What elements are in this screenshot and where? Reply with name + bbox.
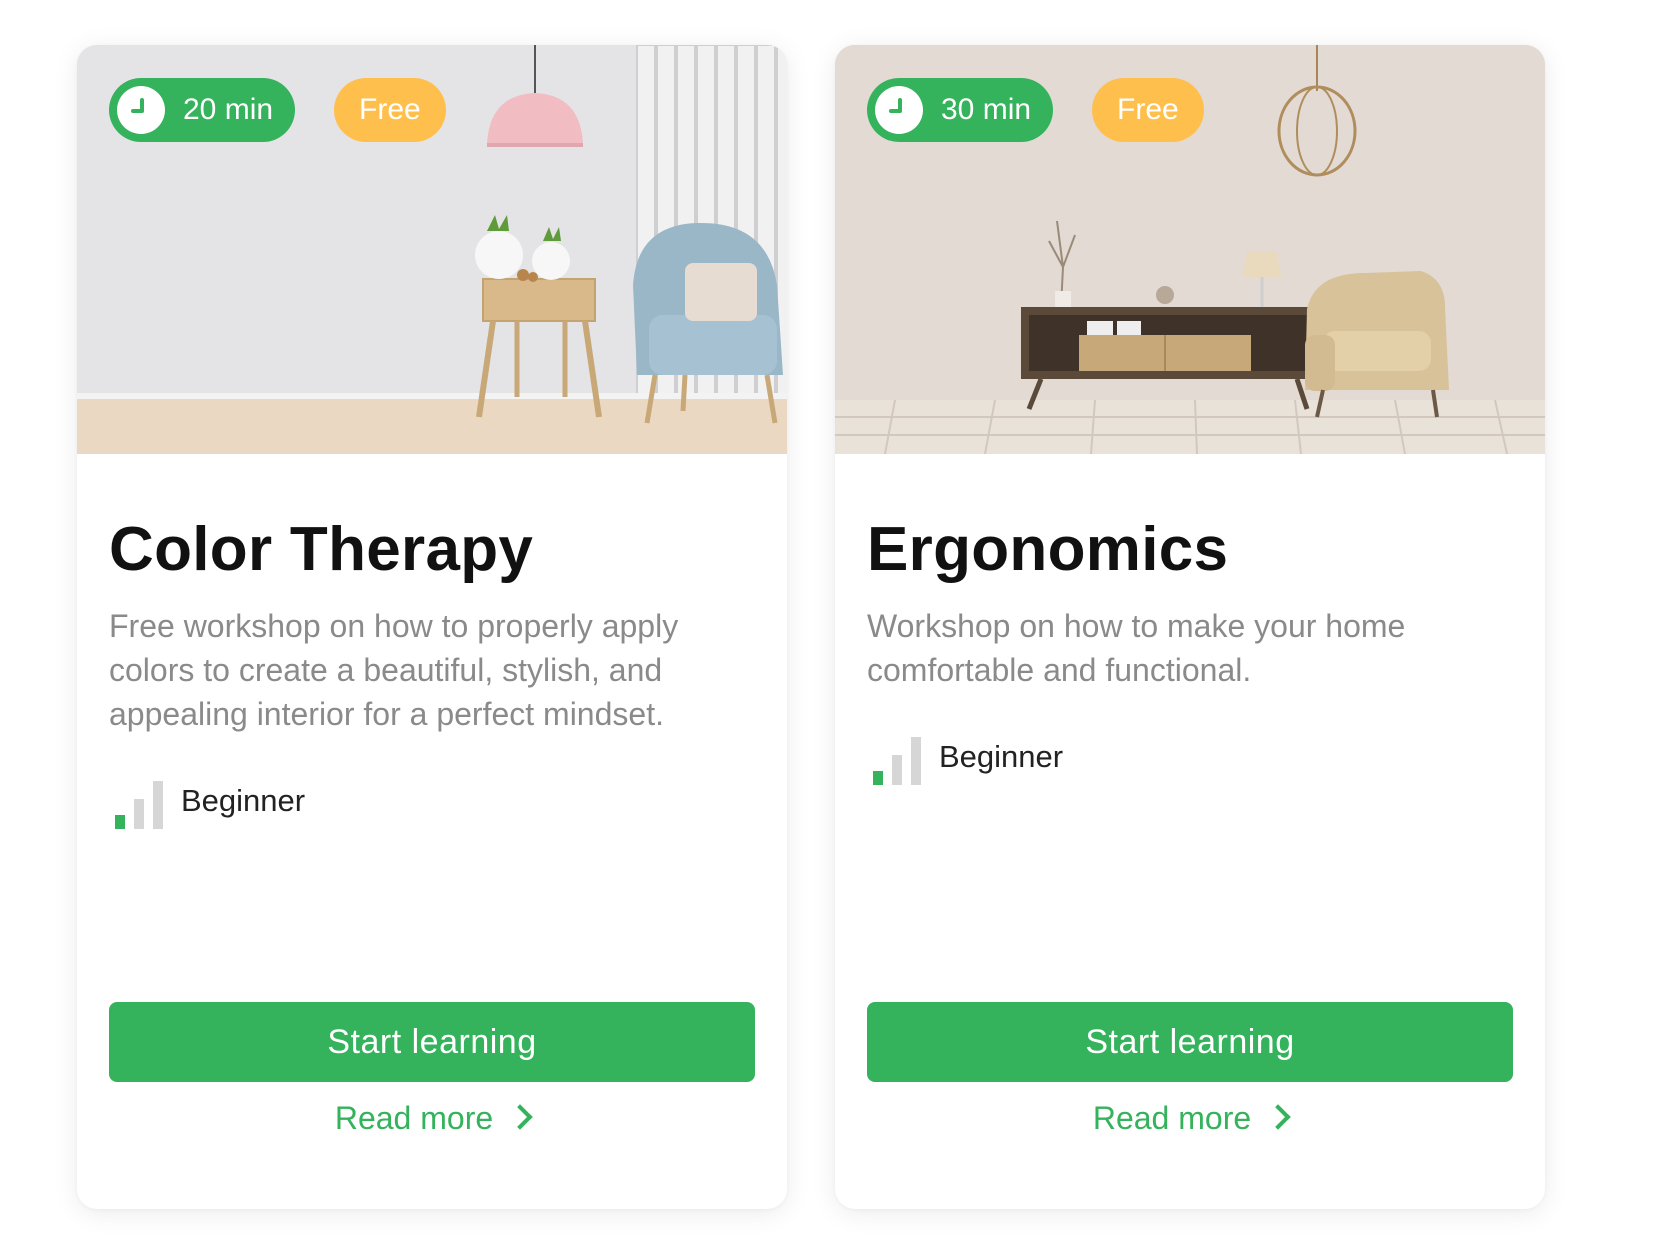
price-text: Free — [359, 93, 421, 126]
level-label: Beginner — [181, 783, 306, 818]
read-more-label: Read more — [1092, 1100, 1252, 1136]
signal-bars-icon — [115, 781, 163, 829]
course-card-color-therapy[interactable]: 20 min Free Color Therapy Free workshop … — [77, 45, 787, 1209]
level-bar-2 — [134, 799, 144, 829]
price-text: Free — [1117, 93, 1179, 126]
course-description: Workshop on how to make your home comfor… — [867, 608, 1406, 688]
price-badge: Free — [1092, 78, 1204, 142]
duration-text: 30 min — [941, 93, 1032, 126]
start-learning-button[interactable]: Start learning — [109, 1002, 755, 1082]
level-bar-1 — [873, 771, 883, 785]
signal-bars-icon — [873, 737, 921, 785]
clock-icon — [117, 86, 165, 134]
course-card-list: 20 min Free Color Therapy Free workshop … — [0, 0, 1660, 1256]
price-badge: Free — [334, 78, 446, 142]
course-image[interactable]: 30 min Free — [835, 45, 1545, 454]
chevron-right-icon — [1265, 1104, 1291, 1130]
course-title: Ergonomics — [867, 515, 1229, 584]
course-card-ergonomics[interactable]: 30 min Free Ergonomics Workshop on how t… — [835, 45, 1545, 1209]
level-bar-3 — [153, 781, 163, 829]
duration-badge: 20 min — [109, 78, 296, 142]
level-indicator: Beginner — [873, 737, 1063, 785]
read-more-link[interactable]: Read more — [77, 1100, 787, 1137]
course-description: Free workshop on how to properly apply c… — [109, 608, 679, 732]
level-label: Beginner — [939, 739, 1064, 774]
chevron-right-icon — [507, 1104, 533, 1130]
course-image[interactable]: 20 min Free — [77, 45, 787, 454]
duration-badge: 30 min — [867, 78, 1054, 142]
level-bar-1 — [115, 815, 125, 829]
course-title: Color Therapy — [109, 515, 534, 584]
duration-text: 20 min — [183, 93, 274, 126]
clock-icon — [875, 86, 923, 134]
level-bar-3 — [911, 737, 921, 785]
level-indicator: Beginner — [115, 781, 305, 829]
start-learning-button[interactable]: Start learning — [867, 1002, 1513, 1082]
read-more-link[interactable]: Read more — [835, 1100, 1545, 1137]
read-more-label: Read more — [334, 1100, 494, 1136]
level-bar-2 — [892, 755, 902, 785]
